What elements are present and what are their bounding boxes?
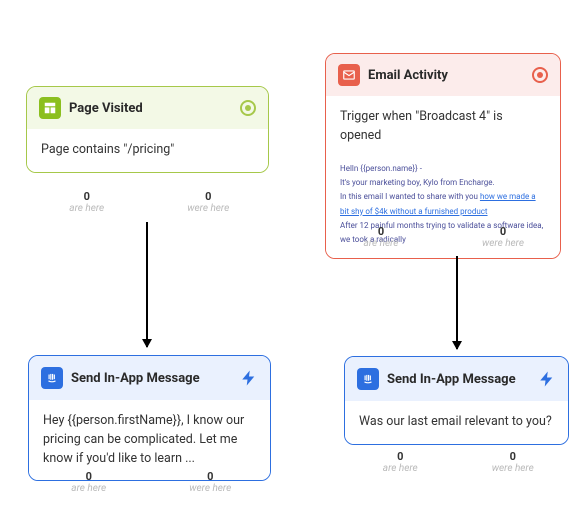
node-stats: 0are here 0were here	[344, 450, 569, 474]
stat-count: 0	[320, 225, 442, 238]
stat-label: are here	[344, 463, 457, 474]
target-icon	[532, 67, 548, 83]
node-body: Was our last email relevant to you?	[345, 401, 568, 444]
stat-count: 0	[150, 470, 272, 483]
node-body: Page contains "/pricing"	[27, 129, 268, 172]
stat-label: were here	[457, 463, 570, 474]
node-stats: 0are here 0were here	[26, 190, 269, 214]
intercom-icon	[41, 367, 63, 389]
node-header: Send In-App Message	[29, 356, 270, 400]
stat-label: were here	[150, 483, 272, 494]
stat-label: were here	[148, 203, 270, 214]
node-title: Page Visited	[69, 101, 232, 116]
stat-label: are here	[28, 483, 150, 494]
layout-icon	[39, 97, 61, 119]
node-title: Send In-App Message	[387, 372, 530, 387]
target-icon	[240, 100, 256, 116]
stat-count: 0	[442, 225, 564, 238]
stat-label: are here	[320, 238, 442, 249]
node-title: Send In-App Message	[71, 371, 232, 386]
node-header: Send In-App Message	[345, 357, 568, 401]
mail-icon	[338, 64, 360, 86]
node-header: Page Visited	[27, 87, 268, 129]
stat-label: were here	[442, 238, 564, 249]
node-header: Email Activity	[326, 54, 560, 96]
stat-count: 0	[344, 450, 457, 463]
node-stats: 0are here 0were here	[28, 470, 271, 494]
preview-line: In this email I wanted to share with you…	[340, 190, 546, 219]
stat-label: are here	[26, 203, 148, 214]
node-send-in-app-1[interactable]: Send In-App Message Hey {{person.firstNa…	[28, 355, 271, 481]
flow-arrow	[456, 256, 458, 349]
preview-line: It's your marketing boy, Kylo from Encha…	[340, 176, 546, 190]
node-send-in-app-2[interactable]: Send In-App Message Was our last email r…	[344, 356, 569, 445]
stat-count: 0	[457, 450, 570, 463]
bolt-icon	[240, 369, 258, 387]
node-page-visited[interactable]: Page Visited Page contains "/pricing"	[26, 86, 269, 173]
bolt-icon	[538, 370, 556, 388]
node-stats: 0are here 0were here	[320, 225, 564, 249]
node-body: Hey {{person.firstName}}, I know our pri…	[29, 400, 270, 480]
flow-arrow	[146, 222, 148, 347]
stat-count: 0	[28, 470, 150, 483]
node-body: Trigger when "Broadcast 4" is opened	[326, 96, 560, 158]
stat-count: 0	[26, 190, 148, 203]
intercom-icon	[357, 368, 379, 390]
node-title: Email Activity	[368, 68, 524, 83]
preview-line: Helln {{person.name}} -	[340, 162, 546, 176]
stat-count: 0	[148, 190, 270, 203]
